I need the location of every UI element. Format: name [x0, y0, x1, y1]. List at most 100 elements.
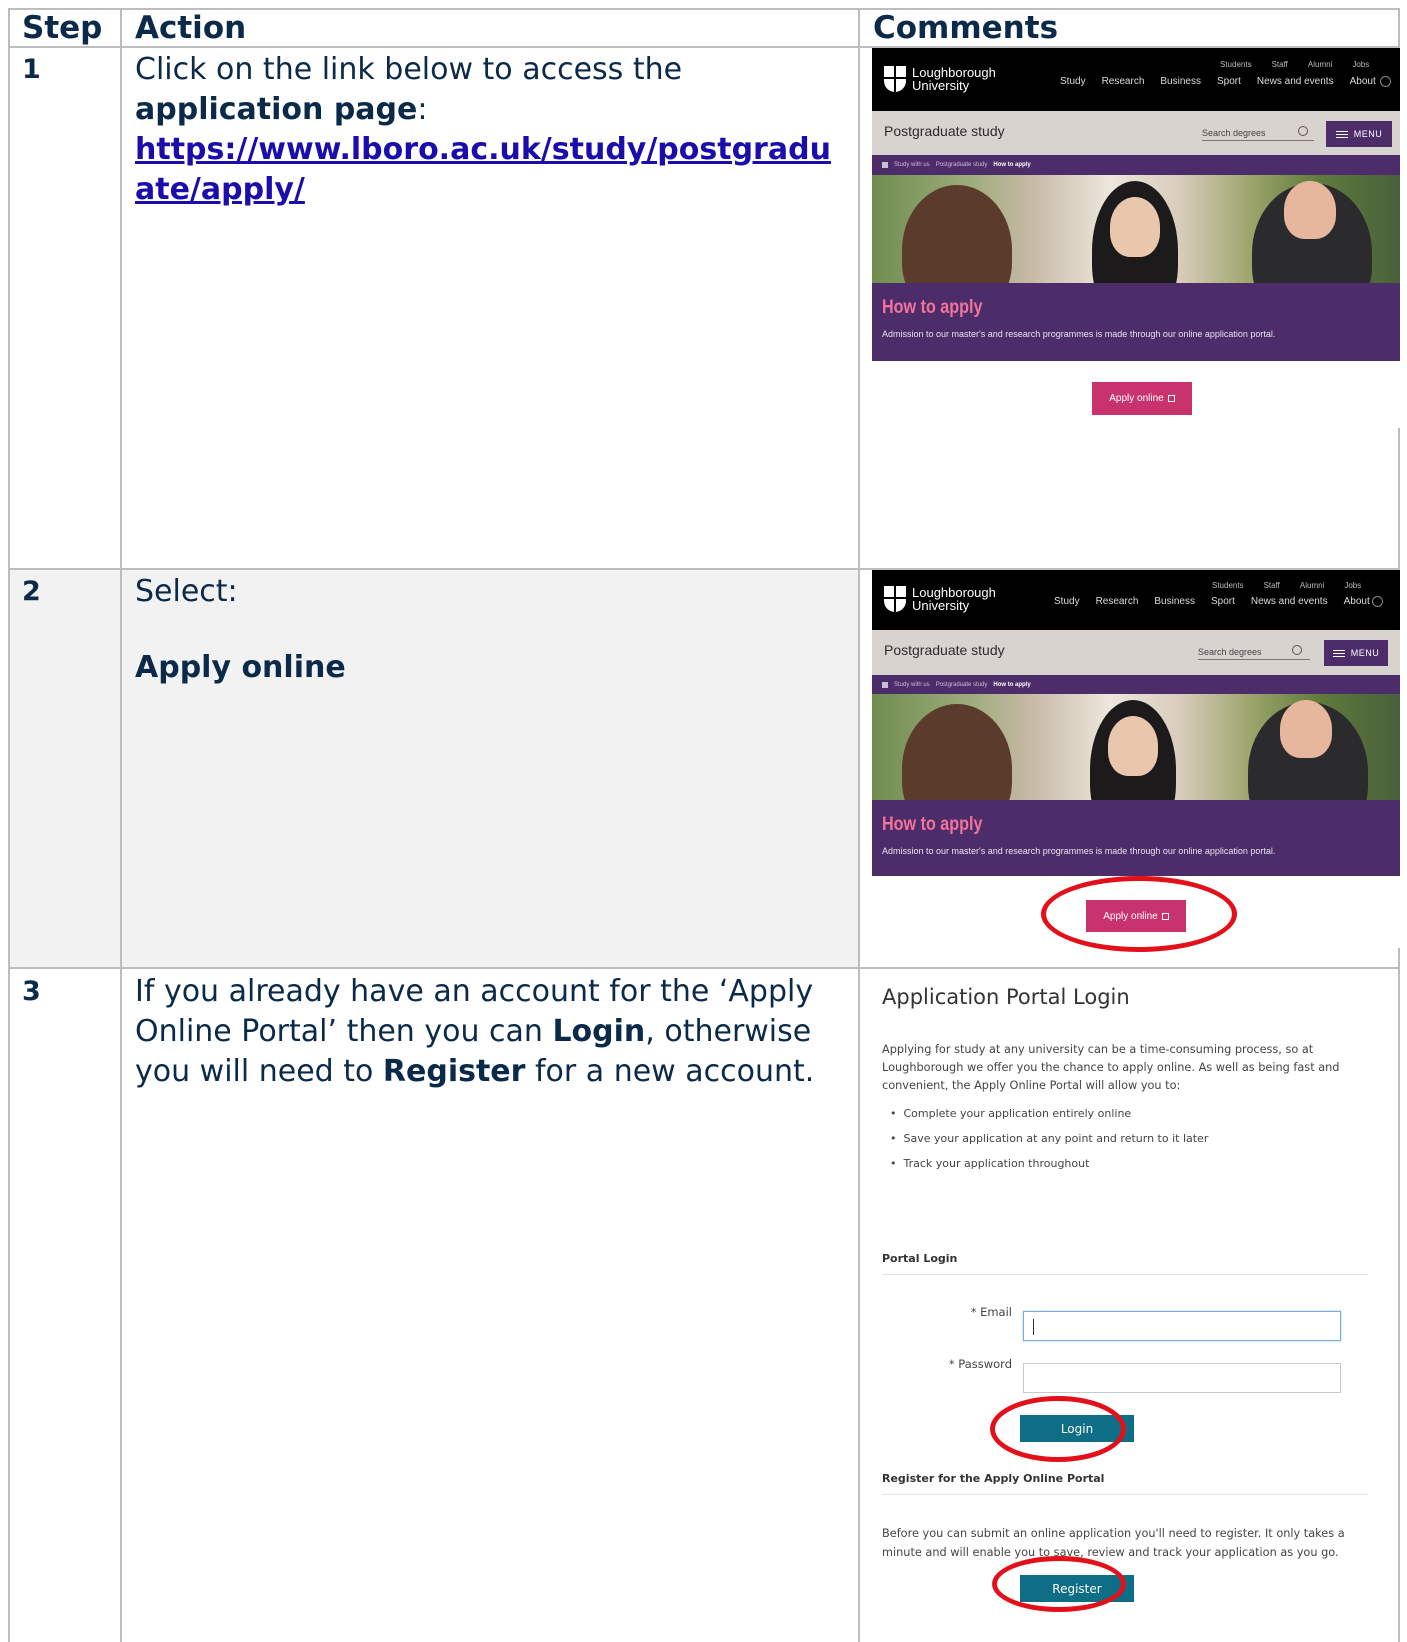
hero-subtitle: Admission to our master's and research p… [882, 846, 1276, 856]
nav-research[interactable]: Research [1096, 596, 1139, 607]
nav-study[interactable]: Study [1054, 596, 1080, 607]
menu-button[interactable]: MENU [1326, 121, 1392, 147]
step-2-action: Select: Apply online [135, 572, 835, 688]
util-link-staff[interactable]: Staff [1272, 60, 1288, 69]
util-link-students[interactable]: Students [1220, 60, 1252, 69]
main-nav: Study Research Business Sport News and e… [1060, 76, 1376, 87]
step-1-bold: application page [135, 92, 418, 127]
step-3-text-3: for a new account. [525, 1054, 815, 1089]
site-top-bar: Loughborough University Students Staff Al… [872, 570, 1400, 630]
util-link-staff[interactable]: Staff [1264, 581, 1280, 590]
register-text: Before you can submit an online applicat… [882, 1527, 1345, 1559]
home-icon[interactable] [882, 162, 888, 168]
highlight-ring-register [992, 1556, 1126, 1612]
section-bar: Postgraduate study Search degrees MENU [872, 630, 1400, 675]
highlight-ring-login [990, 1396, 1126, 1462]
nav-about[interactable]: About [1350, 76, 1376, 87]
crumb-postgraduate[interactable]: Postgraduate study [936, 682, 988, 688]
step-1-action: Click on the link below to access the ap… [135, 50, 835, 210]
divider [882, 1494, 1368, 1495]
portal-title: Application Portal Login [882, 985, 1130, 1009]
utility-links: Students Staff Alumni Jobs [1212, 581, 1361, 590]
nav-sport[interactable]: Sport [1211, 596, 1235, 607]
photo-person [902, 185, 1012, 283]
step-number: 1 [22, 54, 41, 85]
list-item: Save your application at any point and r… [890, 1132, 1209, 1157]
application-page-link[interactable]: https://www.lboro.ac.uk/study/postgradua… [135, 132, 831, 207]
nav-about[interactable]: About [1344, 596, 1370, 607]
hero-title: How to apply [882, 814, 983, 835]
util-link-jobs[interactable]: Jobs [1352, 60, 1369, 69]
photo-face [1110, 197, 1160, 257]
step-number: 2 [22, 576, 41, 607]
step-number: 3 [22, 976, 41, 1007]
step-3-login-bold: Login [552, 1014, 646, 1049]
hero-title: How to apply [882, 297, 983, 318]
step-2-text: Select: [135, 574, 238, 609]
util-link-jobs[interactable]: Jobs [1344, 581, 1361, 590]
hero-photo [872, 175, 1400, 283]
header-step: Step [22, 10, 103, 46]
util-link-alumni[interactable]: Alumni [1308, 60, 1332, 69]
crumb-study[interactable]: Study with us [894, 682, 930, 688]
portal-login-screenshot: Application Portal Login Applying for st… [860, 969, 1398, 1642]
photo-person [902, 704, 1012, 800]
list-item: Track your application throughout [890, 1157, 1208, 1182]
email-field[interactable] [1023, 1311, 1341, 1341]
list-item: Complete your application entirely onlin… [890, 1107, 1208, 1132]
university-logo: Loughborough University [884, 66, 996, 92]
apply-label: Apply online [1109, 393, 1164, 404]
menu-label: MENU [1350, 648, 1380, 658]
breadcrumb: Study with us Postgraduate study How to … [872, 675, 1400, 694]
photo-face [1108, 716, 1158, 776]
nav-news[interactable]: News and events [1257, 76, 1334, 87]
portal-intro: Applying for study at any university can… [882, 1043, 1340, 1092]
apply-online-button[interactable]: Apply online [1092, 382, 1192, 415]
crumb-study[interactable]: Study with us [894, 162, 930, 168]
portal-benefits-list: Complete your application entirely onlin… [890, 1107, 1209, 1182]
search-icon[interactable] [1298, 126, 1308, 136]
home-icon[interactable] [882, 681, 888, 688]
nav-business[interactable]: Business [1160, 76, 1201, 87]
section-title: Postgraduate study [884, 642, 1005, 658]
website-screenshot-1: Loughborough University Students Staff Al… [872, 48, 1400, 428]
section-title: Postgraduate study [884, 123, 1005, 139]
nav-research[interactable]: Research [1102, 76, 1145, 87]
menu-button[interactable]: MENU [1324, 640, 1388, 666]
main-nav: Study Research Business Sport News and e… [1054, 596, 1370, 607]
nav-news[interactable]: News and events [1251, 596, 1328, 607]
search-icon[interactable] [1380, 76, 1391, 87]
utility-links: Students Staff Alumni Jobs [1220, 60, 1369, 69]
nav-study[interactable]: Study [1060, 76, 1086, 87]
search-icon[interactable] [1292, 645, 1302, 655]
register-heading: Register for the Apply Online Portal [882, 1472, 1105, 1485]
highlight-ring-apply [1041, 876, 1237, 952]
breadcrumb: Study with us Postgraduate study How to … [872, 155, 1400, 175]
util-link-alumni[interactable]: Alumni [1300, 581, 1324, 590]
logo-line-2: University [912, 78, 970, 93]
crumb-current: How to apply [993, 162, 1031, 168]
crumb-current: How to apply [993, 681, 1031, 688]
util-link-students[interactable]: Students [1212, 581, 1244, 590]
search-icon[interactable] [1372, 596, 1383, 607]
nav-business[interactable]: Business [1154, 596, 1195, 607]
password-field[interactable] [1023, 1363, 1341, 1393]
step-3-action: If you already have an account for the ‘… [135, 972, 845, 1092]
header-action: Action [135, 10, 247, 46]
crumb-postgraduate[interactable]: Postgraduate study [936, 162, 988, 168]
step-1-colon: : [417, 92, 428, 127]
section-bar: Postgraduate study Search degrees MENU [872, 111, 1400, 155]
nav-sport[interactable]: Sport [1217, 76, 1241, 87]
photo-face [1280, 700, 1332, 758]
email-label: * Email [970, 1305, 1012, 1319]
step-3-register-bold: Register [382, 1054, 526, 1089]
menu-label: MENU [1353, 129, 1383, 139]
external-link-icon [1167, 395, 1175, 402]
step-1-text: Click on the link below to access the [135, 52, 683, 87]
hero-subtitle: Admission to our master's and research p… [882, 329, 1276, 339]
password-label: * Password [948, 1357, 1012, 1371]
crest-icon [884, 66, 906, 92]
portal-login-heading: Portal Login [882, 1252, 958, 1265]
hero-band: How to apply Admission to our master's a… [872, 800, 1400, 876]
site-top-bar: Loughborough University Students Staff Al… [872, 48, 1400, 111]
